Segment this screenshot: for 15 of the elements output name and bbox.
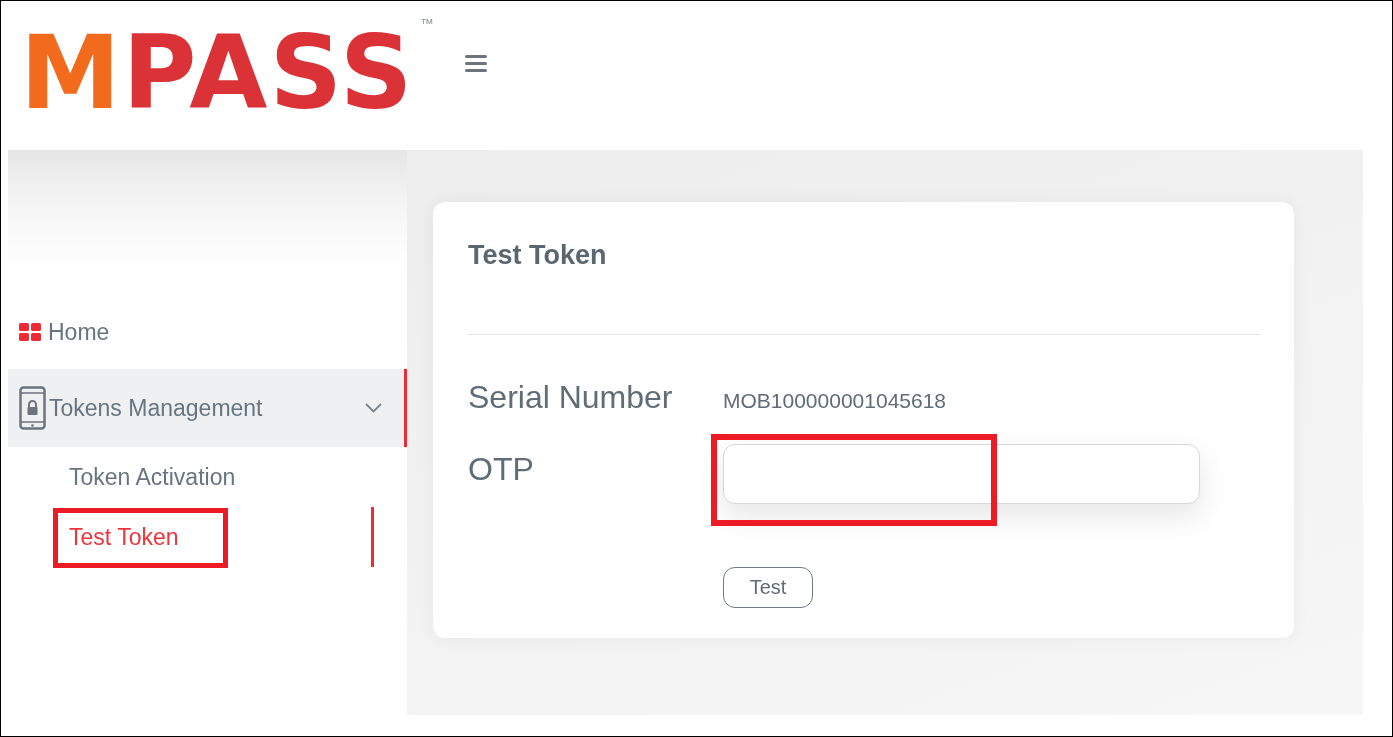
field-label: OTP <box>468 450 535 489</box>
nav-item[interactable]: Home <box>8 310 407 354</box>
phone-lock-icon <box>19 386 46 430</box>
nav-subitem[interactable]: Token Activation <box>8 447 374 507</box>
trademark-sign: ™ <box>420 17 434 30</box>
brand-logo: MPASS <box>20 23 415 124</box>
otp-input[interactable] <box>723 444 1200 504</box>
field-label: Serial Number <box>468 378 674 417</box>
nav-subitem[interactable]: Test Token <box>8 507 374 567</box>
field-value: MOB100000001045618 <box>723 388 948 414</box>
nav-item[interactable]: Tokens Management <box>8 369 407 447</box>
grid-icon <box>19 323 41 341</box>
card-title: Test Token <box>468 239 608 271</box>
menu-icon[interactable] <box>465 55 488 72</box>
test-button[interactable]: Test <box>723 567 813 608</box>
